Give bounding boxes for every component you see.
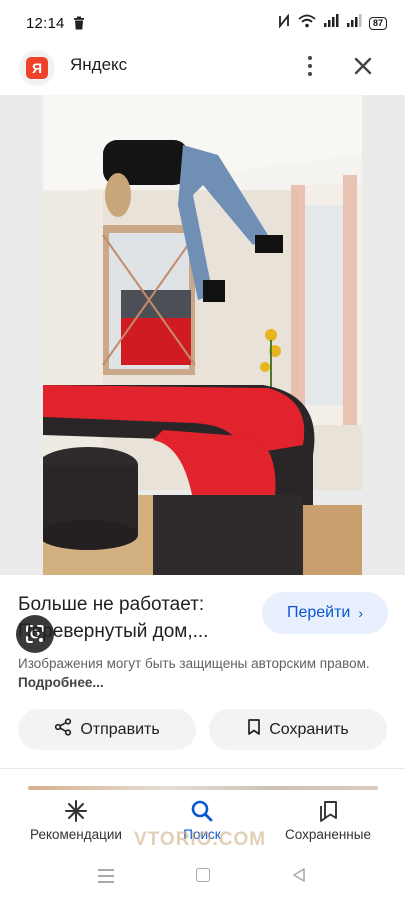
share-icon [54, 718, 72, 741]
menu-icon[interactable] [98, 869, 114, 883]
home-icon[interactable] [196, 868, 210, 882]
app-title: Яндекс [70, 55, 128, 74]
back-icon[interactable] [291, 867, 307, 883]
sparkle-icon [63, 798, 89, 824]
save-button-label: Сохранить [269, 720, 349, 738]
wifi-icon [298, 14, 316, 32]
more-vert-icon[interactable] [298, 52, 322, 80]
share-button-label: Отправить [80, 720, 160, 738]
collections-icon [315, 798, 341, 824]
save-button[interactable]: Сохранить [209, 709, 387, 750]
yandex-logo[interactable]: Я [19, 50, 55, 86]
visit-button-label: Перейти [286, 604, 351, 621]
bookmark-icon [247, 718, 261, 741]
system-nav-bar [0, 860, 405, 894]
watermark: VTORIO.COM [134, 829, 267, 850]
visit-button[interactable]: Перейти › [262, 592, 388, 634]
learn-more-link[interactable]: Подробнее... [18, 675, 104, 690]
close-icon[interactable] [350, 53, 376, 79]
signal-icon [323, 14, 339, 32]
divider [0, 768, 405, 769]
signal-icon [346, 14, 362, 32]
yandex-logo-letter: Я [26, 57, 48, 79]
nav-label: Сохраненные [285, 827, 371, 842]
battery-icon: 87 [368, 16, 387, 30]
chevron-right-icon: › [358, 605, 364, 621]
search-icon [189, 798, 215, 824]
trash-icon [73, 16, 85, 30]
result-title[interactable]: Больше не работает: Перевернутый дом,... [18, 591, 258, 645]
image-viewer[interactable] [0, 95, 405, 653]
result-image[interactable] [43, 95, 362, 575]
copyright-text: Изображения могут быть защищены авторски… [18, 656, 370, 671]
app-header: Я Яндекс [0, 46, 405, 86]
copyright-notice: Изображения могут быть защищены авторски… [18, 654, 378, 692]
nfc-icon [277, 13, 291, 32]
nav-recommendations[interactable]: Рекомендации [16, 790, 136, 854]
status-time: 12:14 [26, 14, 65, 32]
nav-saved[interactable]: Сохраненные [268, 790, 388, 854]
nav-label: Рекомендации [30, 827, 122, 842]
share-button[interactable]: Отправить [18, 709, 196, 750]
status-bar: 12:14 87 [0, 0, 405, 46]
